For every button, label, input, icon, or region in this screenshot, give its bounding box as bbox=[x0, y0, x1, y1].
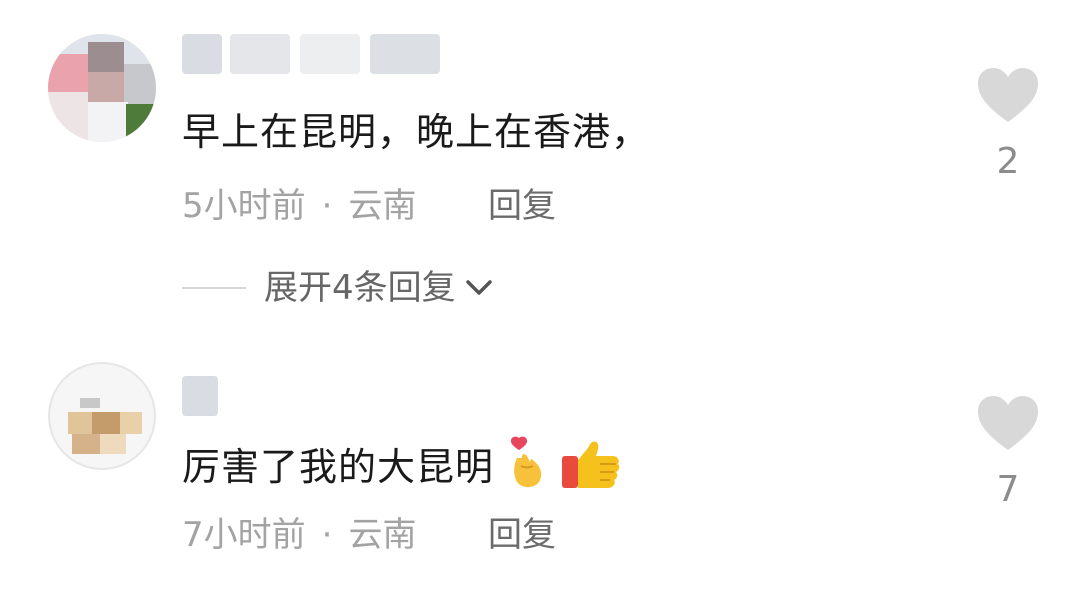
thumbs-up-emoji bbox=[560, 438, 622, 501]
comment-text: 厉害了我的大昆明 bbox=[182, 436, 622, 503]
comment-text-body: 厉害了我的大昆明 bbox=[182, 445, 495, 489]
avatar[interactable] bbox=[48, 362, 156, 470]
heart-icon bbox=[978, 396, 1038, 450]
comment-meta: 7小时前 · 云南 bbox=[182, 513, 416, 557]
finger-heart-emoji bbox=[507, 436, 547, 503]
comment-time: 7小时前 bbox=[182, 515, 306, 555]
comment-item: 厉害了我的大昆明 7小时前 · 云南 回复 7 bbox=[0, 0, 1080, 609]
username-blurred[interactable] bbox=[182, 376, 242, 416]
comment-location: 云南 bbox=[348, 515, 417, 555]
like-count: 7 bbox=[996, 469, 1020, 510]
like-button[interactable]: 7 bbox=[972, 394, 1044, 510]
meta-separator: · bbox=[321, 515, 333, 555]
reply-button[interactable]: 回复 bbox=[488, 513, 556, 557]
